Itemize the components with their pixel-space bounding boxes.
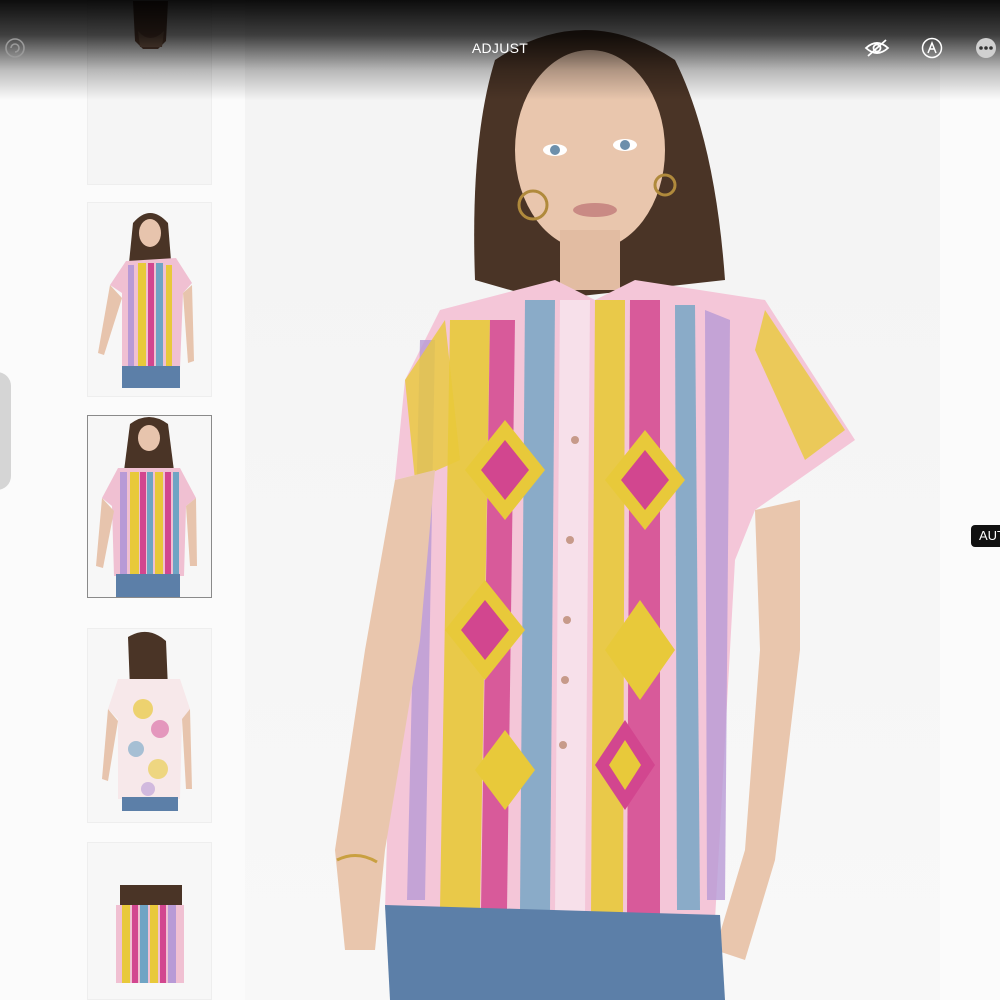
thumbnail-2-image (88, 203, 211, 396)
hide-icon[interactable] (864, 37, 890, 59)
markup-icon[interactable] (921, 37, 943, 59)
auto-badge[interactable]: AUTO (971, 525, 1000, 547)
model-illustration (245, 0, 940, 1000)
photo-editor-canvas: ADJUST AUTO (0, 0, 1000, 1000)
thumbnail-5-image (88, 843, 211, 999)
side-panel-handle[interactable] (0, 372, 11, 490)
thumbnail-3[interactable] (87, 415, 212, 598)
rotate-icon[interactable] (4, 37, 26, 59)
thumbnail-5[interactable] (87, 842, 212, 1000)
main-product-photo (245, 0, 940, 1000)
toolbar-title: ADJUST (471, 40, 529, 56)
thumbnail-2[interactable] (87, 202, 212, 397)
editor-toolbar: ADJUST (0, 0, 1000, 100)
more-icon[interactable] (975, 37, 997, 59)
thumbnail-4-image (88, 629, 211, 822)
thumbnail-4[interactable] (87, 628, 212, 823)
thumbnail-3-image (88, 416, 211, 597)
